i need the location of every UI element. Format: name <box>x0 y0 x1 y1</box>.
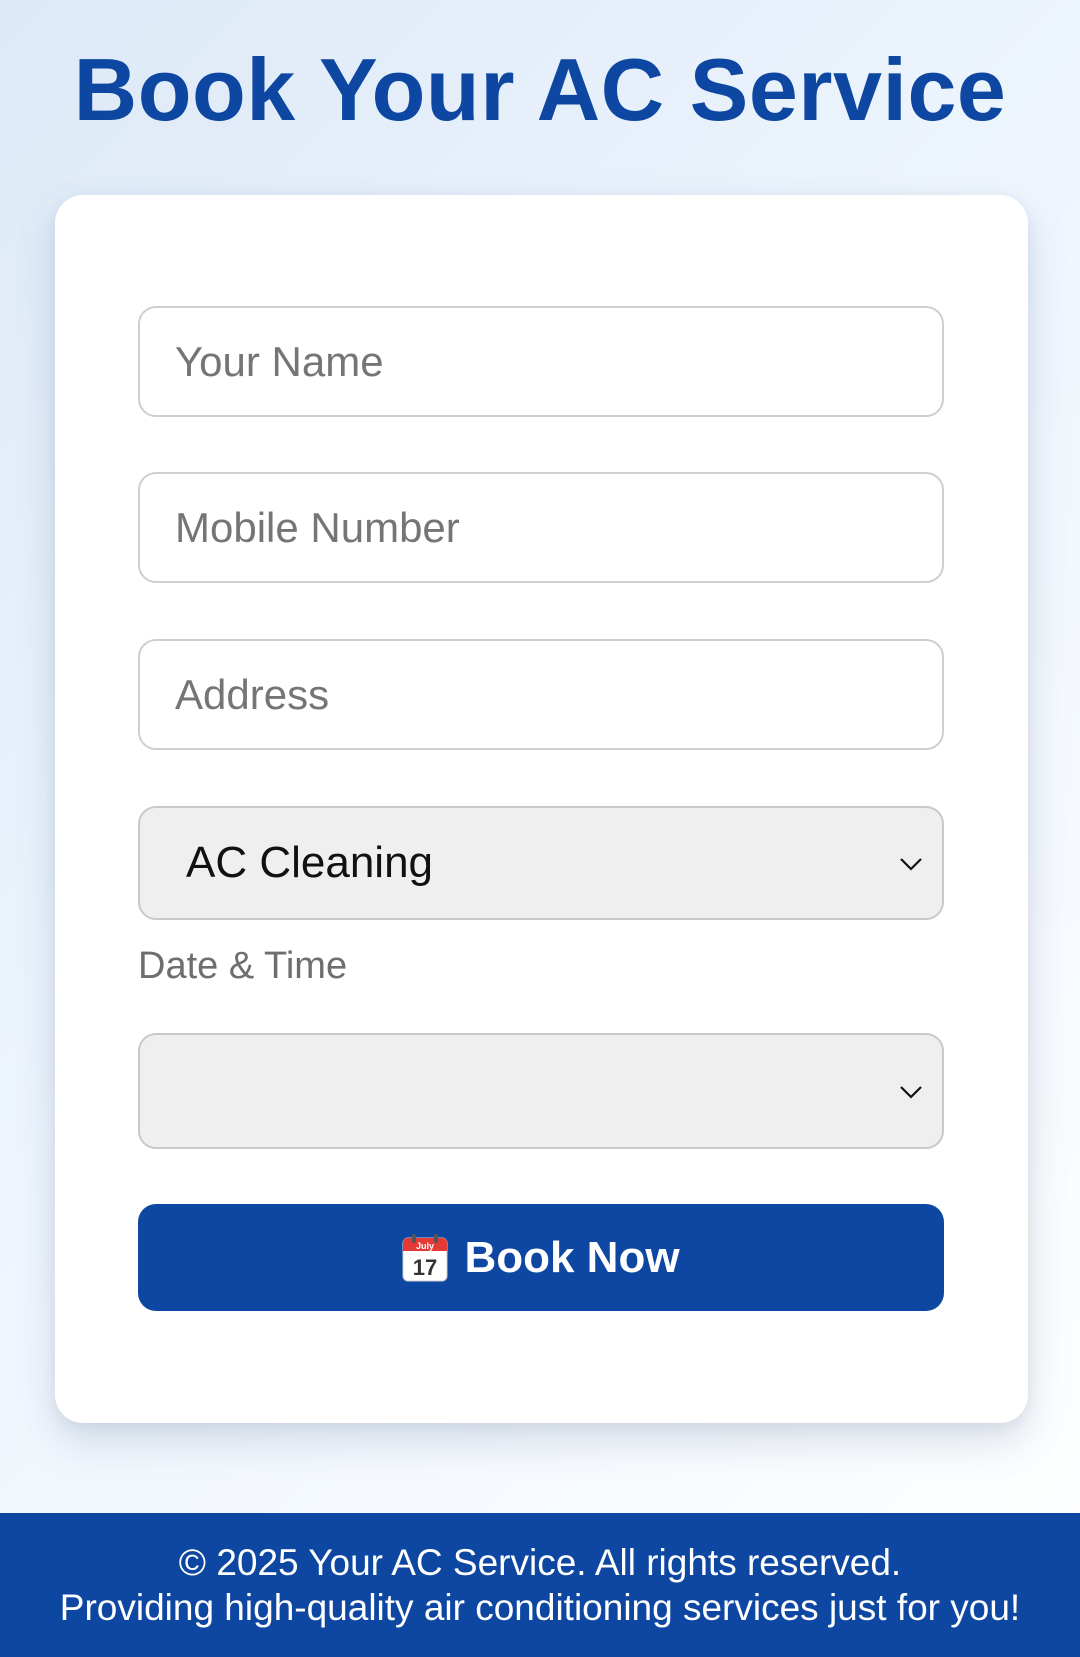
svg-text:17: 17 <box>413 1255 437 1280</box>
calendar-icon: July 17 <box>402 1233 448 1281</box>
chevron-down-icon <box>900 1086 922 1099</box>
address-input[interactable]: Address <box>138 639 944 750</box>
datetime-select[interactable] <box>138 1033 944 1149</box>
book-now-button[interactable]: July 17 Book Now <box>138 1204 944 1311</box>
footer: © 2025 Your AC Service. All rights reser… <box>0 1513 1080 1657</box>
mobile-placeholder: Mobile Number <box>175 503 460 551</box>
mobile-number-input[interactable]: Mobile Number <box>138 472 944 583</box>
name-placeholder: Your Name <box>175 337 384 385</box>
book-now-label: Book Now <box>464 1232 680 1282</box>
service-selected-value: AC Cleaning <box>186 838 434 887</box>
name-input[interactable]: Your Name <box>138 306 944 417</box>
footer-tagline: Providing high-quality air conditioning … <box>59 1587 1021 1628</box>
service-select[interactable]: AC Cleaning <box>138 806 944 920</box>
footer-copyright: © 2025 Your AC Service. All rights reser… <box>178 1542 902 1583</box>
address-placeholder: Address <box>175 670 330 718</box>
datetime-label: Date & Time <box>138 945 348 987</box>
page-title: Book Your AC Service <box>73 40 1007 139</box>
svg-text:July: July <box>416 1241 434 1251</box>
chevron-down-icon <box>900 858 922 871</box>
